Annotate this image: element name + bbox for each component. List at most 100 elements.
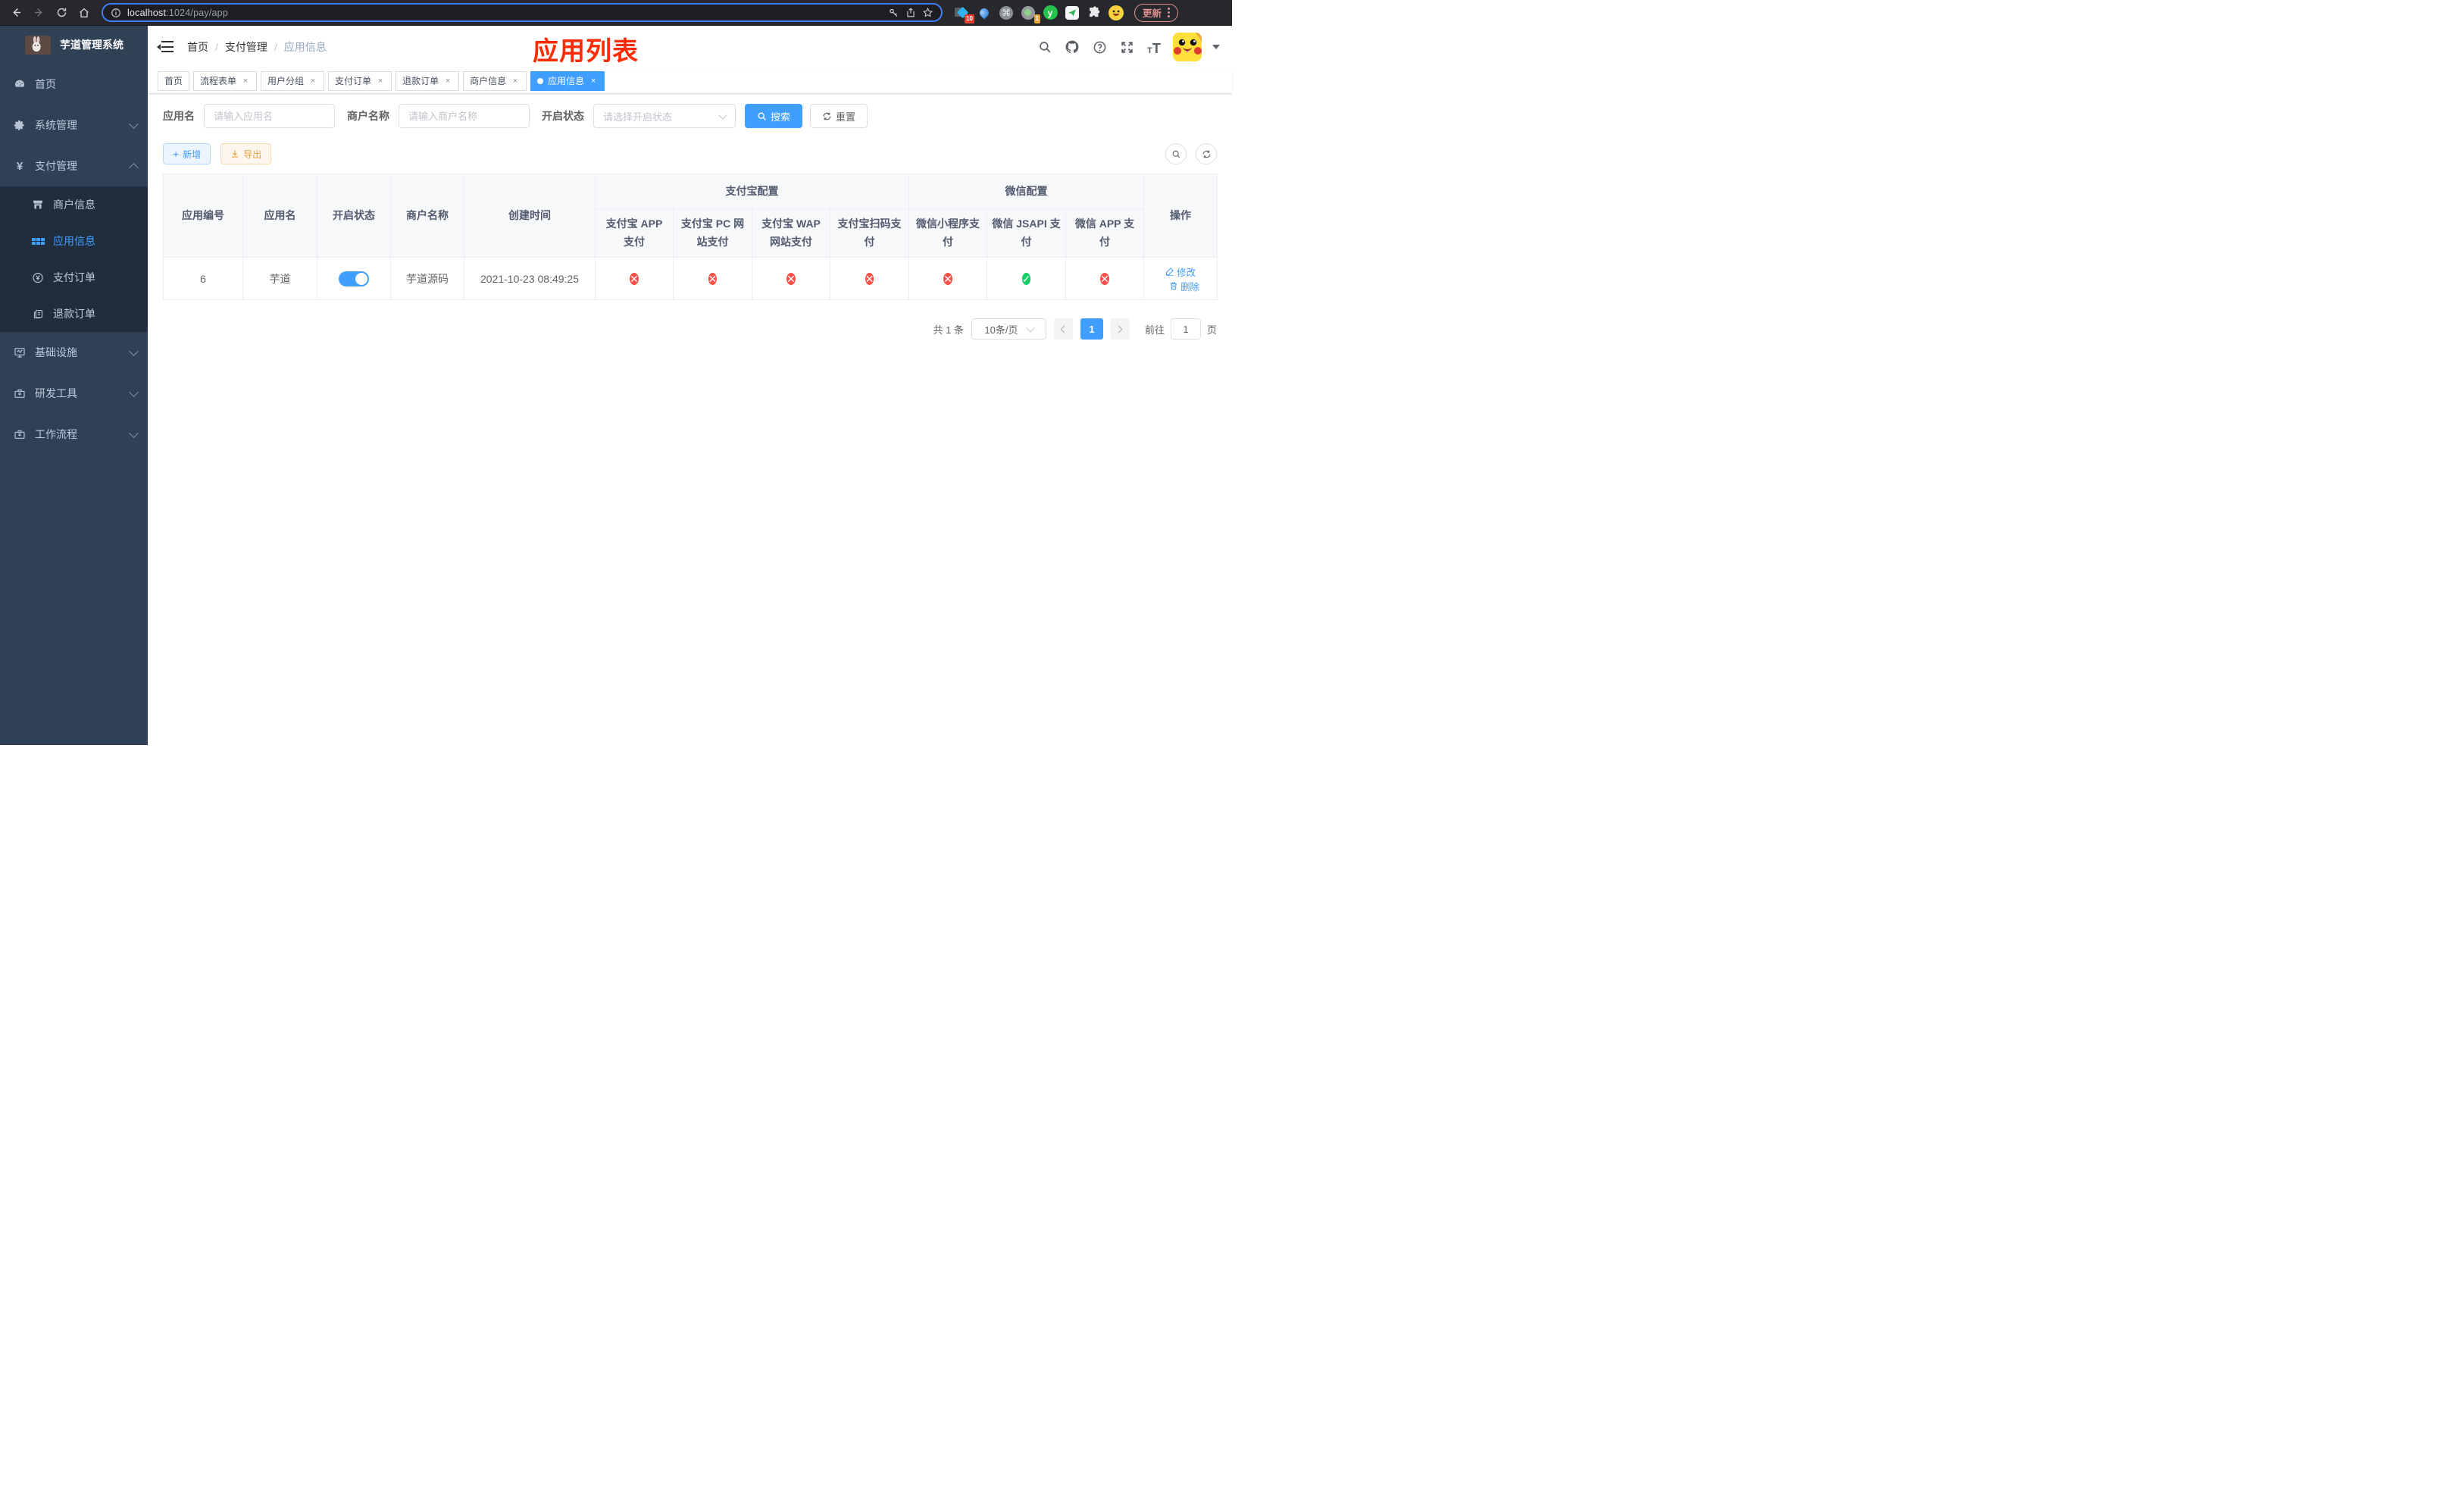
tag-app-info-active[interactable]: 应用信息 × xyxy=(530,70,605,91)
user-avatar[interactable] xyxy=(1173,33,1202,61)
sidebar-item-dev-tools[interactable]: 研发工具 xyxy=(0,373,148,414)
site-info-icon[interactable] xyxy=(111,8,121,18)
close-icon[interactable]: × xyxy=(308,77,317,86)
sidebar-item-pay-order[interactable]: 支付订单 xyxy=(0,259,148,296)
chevron-down-icon xyxy=(129,427,139,438)
goto-label: 前往 xyxy=(1144,324,1165,336)
sidebar-item-merchant-info[interactable]: 商户信息 xyxy=(0,186,148,223)
browser-reload-button[interactable] xyxy=(52,3,71,23)
pagination-total: 共 1 条 xyxy=(933,324,964,336)
toggle-search-button[interactable] xyxy=(1165,143,1187,164)
close-icon[interactable]: × xyxy=(443,77,452,86)
enabled-switch[interactable] xyxy=(339,271,369,286)
tag-user-group[interactable]: 用户分组 × xyxy=(261,70,325,91)
extension-badge: 1 xyxy=(1033,14,1040,23)
browser-update-button[interactable]: 更新 xyxy=(1134,3,1179,22)
col-header-wx-app: 微信 APP 支付 xyxy=(1065,208,1144,258)
col-header-status: 开启状态 xyxy=(317,174,391,258)
document-icon xyxy=(32,308,44,320)
next-page-button[interactable] xyxy=(1110,318,1130,340)
search-icon[interactable] xyxy=(1037,39,1053,55)
password-key-icon[interactable] xyxy=(888,7,899,18)
tag-home[interactable]: 首页 xyxy=(158,70,190,91)
chevron-down-icon xyxy=(129,346,139,356)
sidebar-item-payment[interactable]: ¥ 支付管理 xyxy=(0,146,148,186)
browser-back-button[interactable] xyxy=(6,3,26,23)
search-icon xyxy=(758,111,766,121)
browser-menu-icon[interactable] xyxy=(1168,8,1171,17)
merchant-name-input[interactable] xyxy=(399,104,530,128)
chevron-left-icon xyxy=(1061,325,1068,333)
close-icon[interactable]: × xyxy=(241,77,250,86)
browser-home-button[interactable] xyxy=(74,3,94,23)
sidebar-item-label: 支付管理 xyxy=(35,160,77,172)
tag-merchant-info[interactable]: 商户信息 × xyxy=(463,70,527,91)
top-navbar: 首页 / 支付管理 / 应用信息 应用列表 TT xyxy=(148,26,1232,68)
bookmark-star-icon[interactable] xyxy=(922,7,933,18)
avatar-caret-icon[interactable] xyxy=(1212,45,1220,49)
green-glyph: y xyxy=(1047,7,1053,18)
tag-pay-order[interactable]: 支付订单 × xyxy=(328,70,392,91)
logo-image xyxy=(25,35,51,55)
add-button[interactable]: + 新增 xyxy=(163,143,211,164)
extension-diamond-icon[interactable]: 10 xyxy=(955,5,974,23)
breadcrumb-home[interactable]: 首页 xyxy=(187,39,208,55)
sidebar-item-label: 工作流程 xyxy=(35,428,77,440)
status-wx-mini-icon: ✕ xyxy=(943,272,952,285)
share-icon[interactable] xyxy=(905,7,916,18)
breadcrumb-separator: / xyxy=(215,41,218,53)
status-alipay-pc-icon: ✕ xyxy=(708,272,718,285)
fullscreen-icon[interactable] xyxy=(1118,39,1135,55)
page-number-1[interactable]: 1 xyxy=(1080,318,1103,340)
goto-page-input[interactable] xyxy=(1170,318,1201,340)
close-icon[interactable]: × xyxy=(589,77,598,86)
export-button-label: 导出 xyxy=(243,149,262,160)
close-icon[interactable]: × xyxy=(511,77,520,86)
extension-plane-icon[interactable] xyxy=(1065,5,1080,20)
tag-label: 退款订单 xyxy=(402,76,439,86)
sidebar-item-workflow[interactable]: 工作流程 xyxy=(0,414,148,455)
page-size-select[interactable]: 10条/页 xyxy=(971,318,1046,340)
app-name-input[interactable] xyxy=(204,104,335,128)
tag-label: 用户分组 xyxy=(267,76,305,86)
tag-refund-order[interactable]: 退款订单 × xyxy=(396,70,460,91)
table-toolbar: + 新增 导出 xyxy=(163,143,1217,164)
sidebar-item-home[interactable]: 首页 xyxy=(0,64,148,105)
app-table: 应用编号 应用名 开启状态 商户名称 创建时间 支付宝配置 微信配置 操作 支付… xyxy=(163,174,1218,300)
main-area: 首页 / 支付管理 / 应用信息 应用列表 TT 首页 流程表单 × 用户分组 … xyxy=(148,26,1232,745)
sidebar-item-refund-order[interactable]: 退款订单 xyxy=(0,296,148,332)
prev-page-button[interactable] xyxy=(1053,318,1073,340)
breadcrumb-separator: / xyxy=(274,41,277,53)
sidebar-collapse-icon[interactable] xyxy=(157,41,174,53)
cell-created-at: 2021-10-23 08:49:25 xyxy=(464,257,596,300)
github-icon[interactable] xyxy=(1064,39,1080,55)
breadcrumb-payment[interactable]: 支付管理 xyxy=(225,39,267,55)
tag-label: 支付订单 xyxy=(335,76,372,86)
search-button[interactable]: 搜索 xyxy=(745,104,803,128)
extension-green-icon[interactable]: y xyxy=(1043,5,1058,20)
tag-process-form[interactable]: 流程表单 × xyxy=(193,70,258,91)
profile-avatar-icon[interactable] xyxy=(1108,5,1124,20)
edit-link[interactable]: 修改 xyxy=(1165,265,1196,279)
status-select[interactable]: 请选择开启状态 xyxy=(593,104,736,128)
browser-forward-button[interactable] xyxy=(29,3,48,23)
export-button[interactable]: 导出 xyxy=(220,143,272,164)
font-size-icon[interactable]: TT xyxy=(1146,39,1162,55)
help-icon[interactable] xyxy=(1091,39,1108,55)
address-bar[interactable]: localhost:1024/pay/app xyxy=(102,3,943,22)
extension-command-icon[interactable]: ⌘ xyxy=(999,5,1014,20)
extensions-puzzle-icon[interactable] xyxy=(1087,5,1102,20)
extension-proxy-icon[interactable]: 1 xyxy=(1021,5,1040,23)
sidebar-item-infrastructure[interactable]: 基础设施 xyxy=(0,332,148,373)
reset-button[interactable]: 重置 xyxy=(810,104,868,128)
sidebar-item-label: 基础设施 xyxy=(35,346,77,358)
url-path: :1024/pay/app xyxy=(166,7,228,18)
delete-link[interactable]: 删除 xyxy=(1169,279,1199,293)
extension-pin-icon[interactable] xyxy=(977,5,992,20)
refresh-table-button[interactable] xyxy=(1196,143,1217,164)
col-header-wx-mini: 微信小程序支付 xyxy=(908,208,987,258)
sidebar-item-app-info[interactable]: 应用信息 xyxy=(0,223,148,259)
close-icon[interactable]: × xyxy=(376,77,385,86)
sidebar-item-system[interactable]: 系统管理 xyxy=(0,105,148,146)
url-text[interactable]: localhost:1024/pay/app xyxy=(127,8,882,18)
